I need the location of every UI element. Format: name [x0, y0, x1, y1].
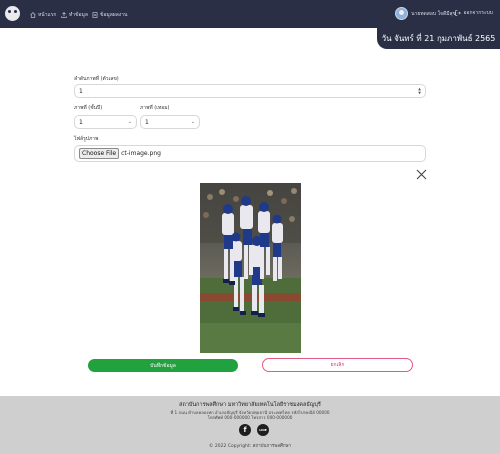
date-badge: วัน จันทร์ ที่ 21 กุมภาพันธ์ 2565 — [377, 28, 500, 49]
number-input[interactable]: 1 ▲ ▼ — [74, 84, 426, 98]
logout-icon — [455, 10, 462, 16]
nav-upload[interactable]: ทำข้อมูล — [61, 9, 88, 20]
chevron-down-icon: ⌄ — [190, 119, 195, 125]
user-name: นายทดสอบ ใจดีมีสุข — [411, 10, 456, 17]
file-label: ไฟล์รูปภาพ — [74, 136, 99, 142]
number-value: 1 — [79, 87, 83, 95]
file-input[interactable]: Choose File ct-image.png — [74, 145, 426, 162]
footer-title: สถาบันการพลศึกษา มหาวิทยาลัยเทคโนโลยีราช… — [179, 402, 321, 408]
facebook-icon[interactable]: f — [239, 424, 251, 436]
top-navbar: หน้าแรก ทำข้อมูล ข้อมูลผลงาน นายทดสอบ ใจ… — [0, 0, 500, 28]
number-label: ลำดับภาพที่ (ตัวเลข) — [74, 76, 119, 82]
document-icon — [92, 11, 98, 18]
footer-copyright: © 2022 Copyright: สถาบันการพลศึกษา — [208, 444, 292, 449]
stepper-down-icon[interactable]: ▼ — [418, 91, 421, 95]
upload-icon — [61, 11, 67, 18]
logout-label: ออกจากระบบ — [463, 10, 493, 16]
logout-button[interactable]: ออกจากระบบ — [455, 9, 493, 17]
footer: สถาบันการพลศึกษา มหาวิทยาลัยเทคโนโลยีราช… — [0, 396, 500, 454]
file-name: ct-image.png — [121, 150, 161, 157]
user-menu[interactable]: นายทดสอบ ใจดีมีสุข — [395, 7, 456, 20]
close-icon[interactable] — [416, 169, 427, 180]
footer-contact: โทรศัพท์ 000-000000 โทรสาร 000-000000 — [207, 415, 293, 420]
end-select[interactable]: 1 ⌄ — [140, 115, 200, 129]
start-select[interactable]: 1 ⌄ — [74, 115, 137, 129]
choose-file-button[interactable]: Choose File — [79, 148, 120, 159]
avatar — [395, 7, 409, 20]
uploaded-photo — [200, 183, 301, 353]
save-button[interactable]: บันทึกข้อมูล — [88, 359, 238, 372]
line-icon[interactable]: LINE — [257, 424, 269, 436]
home-icon — [30, 11, 36, 18]
chevron-down-icon: ⌄ — [127, 119, 132, 125]
start-label: ภาพที่ (ชั้นปี) — [74, 105, 103, 111]
nav-works-label: ข้อมูลผลงาน — [100, 11, 128, 18]
app-logo-icon[interactable] — [5, 6, 20, 21]
start-value: 1 — [79, 118, 83, 126]
nav-home[interactable]: หน้าแรก — [30, 9, 56, 20]
date-text: วัน จันทร์ ที่ 21 กุมภาพันธ์ 2565 — [381, 34, 496, 43]
number-stepper[interactable]: ▲ ▼ — [418, 87, 421, 95]
cancel-button[interactable]: ยกเลิก — [262, 358, 413, 372]
nav-upload-label: ทำข้อมูล — [69, 11, 88, 18]
end-value: 1 — [145, 118, 149, 126]
nav-home-label: หน้าแรก — [38, 11, 57, 18]
end-label: ภาพที่ (เทอม) — [140, 105, 170, 111]
nav-works[interactable]: ข้อมูลผลงาน — [92, 9, 127, 20]
